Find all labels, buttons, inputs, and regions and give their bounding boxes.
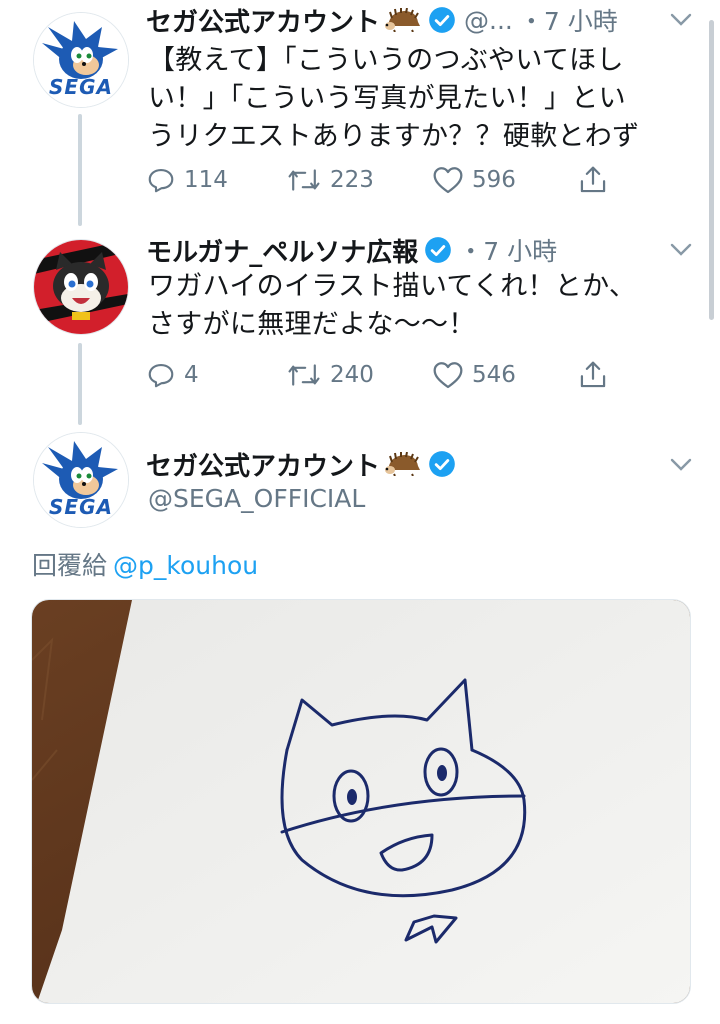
like-count: 546 bbox=[472, 362, 516, 388]
reply-prefix: 回覆給 bbox=[32, 551, 108, 580]
retweet-icon bbox=[286, 360, 322, 390]
share-button[interactable] bbox=[578, 355, 608, 395]
verified-badge-icon bbox=[428, 450, 456, 478]
chevron-down-icon[interactable] bbox=[666, 5, 696, 35]
handle[interactable]: @... bbox=[464, 6, 513, 35]
focused-tweet-header: セガ公式アカウント bbox=[146, 444, 646, 484]
verified-badge-icon bbox=[428, 6, 456, 34]
reply-button[interactable]: 4 bbox=[146, 355, 199, 395]
reply-icon bbox=[146, 165, 176, 195]
reply-count: 114 bbox=[184, 167, 228, 193]
sega-avatar[interactable]: SEGA bbox=[33, 432, 129, 528]
morgana-avatar-image bbox=[34, 240, 128, 334]
retweet-icon bbox=[286, 165, 322, 195]
share-button[interactable] bbox=[578, 160, 608, 200]
sega-logo-text: SEGA bbox=[49, 75, 113, 99]
retweet-button[interactable]: 223 bbox=[286, 160, 374, 200]
reply-context: 回覆給 @p_kouhou bbox=[32, 546, 258, 582]
mention-link[interactable]: @p_kouhou bbox=[113, 551, 258, 580]
tweet-1-header: セガ公式アカウント @... ・7 小時 bbox=[146, 0, 666, 40]
display-name[interactable]: モルガナ_ペルソナ広報 bbox=[146, 232, 418, 269]
tweet-photo[interactable] bbox=[31, 599, 691, 1004]
share-icon bbox=[578, 359, 608, 391]
reply-button[interactable]: 114 bbox=[146, 160, 228, 200]
scrollbar[interactable] bbox=[709, 20, 714, 320]
text-line: 【教えて】「こういうのつぶやいてほし bbox=[148, 45, 624, 76]
text-line: い！」「こういう写真が見たい！」とい bbox=[148, 83, 626, 114]
retweet-button[interactable]: 240 bbox=[286, 355, 374, 395]
tweet-1-actions: 114 223 596 bbox=[146, 160, 626, 200]
like-button[interactable]: 596 bbox=[432, 160, 516, 200]
verified-badge-icon bbox=[424, 236, 452, 264]
cat-drawing-image bbox=[32, 600, 690, 1003]
sega-avatar[interactable]: SEGA bbox=[33, 12, 129, 108]
morgana-avatar[interactable] bbox=[33, 239, 129, 335]
handle[interactable]: @SEGA_OFFICIAL bbox=[148, 484, 365, 513]
timestamp[interactable]: ・7 小時 bbox=[519, 2, 618, 38]
tweet-2-text: ワガハイのイラスト描いてくれ！とか、 さすがに無理だよな〜〜！ bbox=[148, 268, 688, 344]
retweet-count: 223 bbox=[330, 167, 374, 193]
text-line: ワガハイのイラスト描いてくれ！とか、 bbox=[148, 271, 637, 302]
retweet-count: 240 bbox=[330, 362, 374, 388]
thread-line bbox=[78, 114, 82, 226]
timestamp[interactable]: ・7 小時 bbox=[458, 232, 557, 268]
display-name[interactable]: セガ公式アカウント bbox=[146, 2, 380, 39]
like-button[interactable]: 546 bbox=[432, 355, 516, 395]
tweet-1-text: 【教えて】「こういうのつぶやいてほし い！」「こういう写真が見たい！」とい うリ… bbox=[148, 42, 688, 156]
thread-line bbox=[78, 343, 82, 425]
like-icon bbox=[432, 165, 464, 195]
reply-count: 4 bbox=[184, 362, 199, 388]
text-line: うリクエストありますか？？硬軟とわず bbox=[148, 121, 640, 152]
tweet-2-actions: 4 240 546 bbox=[146, 355, 626, 395]
chevron-down-icon[interactable] bbox=[666, 235, 696, 265]
tweet-2-header: モルガナ_ペルソナ広報 ・7 小時 bbox=[146, 230, 666, 270]
chevron-down-icon[interactable] bbox=[666, 450, 696, 480]
text-line: さすがに無理だよな〜〜！ bbox=[148, 309, 476, 340]
share-icon bbox=[578, 164, 608, 196]
sega-logo-text: SEGA bbox=[49, 495, 113, 519]
like-count: 596 bbox=[472, 167, 516, 193]
reply-icon bbox=[146, 360, 176, 390]
like-icon bbox=[432, 360, 464, 390]
hedgehog-emoji-icon bbox=[384, 452, 422, 476]
hedgehog-emoji-icon bbox=[384, 8, 422, 32]
display-name[interactable]: セガ公式アカウント bbox=[146, 446, 380, 483]
